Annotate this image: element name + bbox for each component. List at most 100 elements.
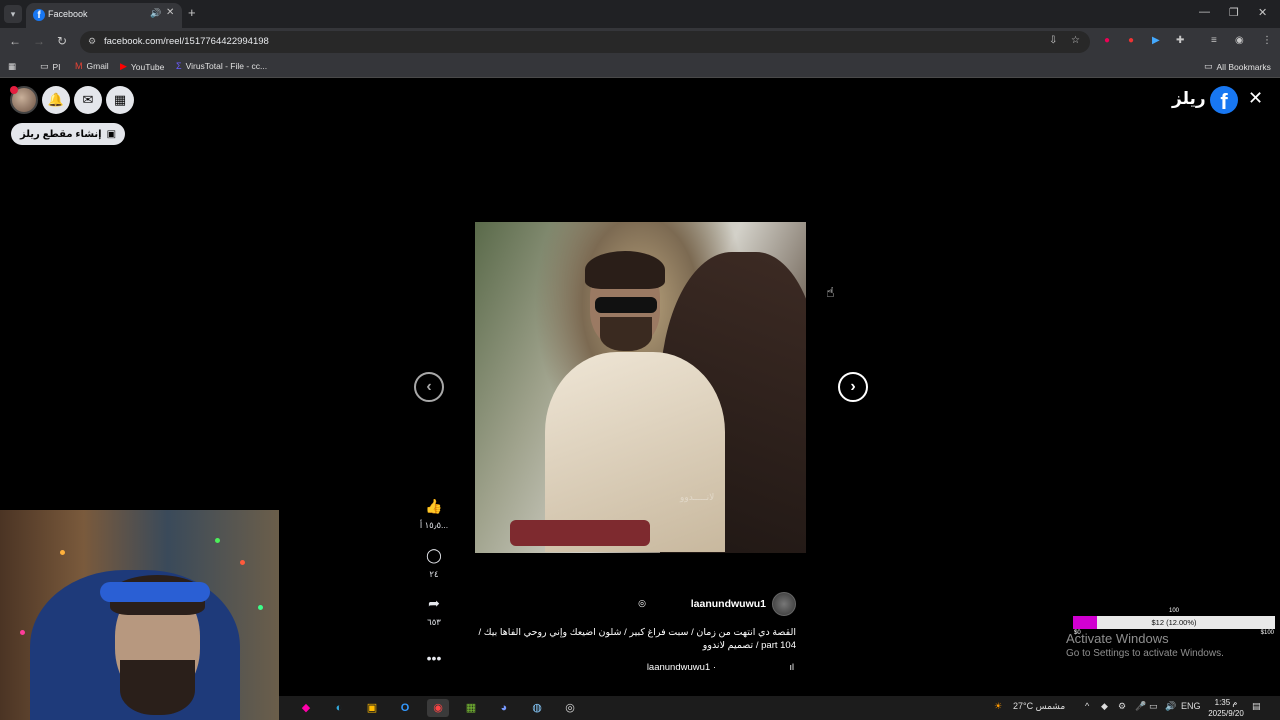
bookmark-pi[interactable]: ▭ PI [40,61,61,72]
network-icon[interactable]: ▭ [1149,701,1158,712]
reel-author[interactable]: laanundwuwu1 ◎ [600,592,796,616]
goal-label: 100 [1169,608,1180,614]
author-avatar[interactable] [772,592,796,616]
obs-icon[interactable]: ◎ [559,699,581,717]
edge-icon[interactable]: ◐ [328,699,350,717]
reel-audio[interactable]: ıl laanundwuwu1 · [600,661,796,675]
forward-arrow-icon[interactable]: → [33,34,45,48]
notifications-icon[interactable]: ▤ [1252,701,1261,712]
close-window-button[interactable]: ✕ [1258,6,1267,19]
video-prop [510,520,650,546]
tab-title: Facebook [48,9,88,19]
bookmark-youtube[interactable]: ▶ YouTube [120,61,164,72]
store-icon[interactable]: ▣ [361,699,383,717]
comment-count: ٢٤ [429,569,439,579]
comment-icon: ◯ [426,547,442,563]
author-name[interactable]: laanundwuwu1 [691,598,766,610]
tab-search-icon[interactable]: ▾ [4,5,22,23]
profile-avatar-icon[interactable]: ◉ [1235,35,1244,46]
activate-windows-watermark: Activate Windows Go to Settings to activ… [1066,631,1224,659]
tab-close-icon[interactable]: ✕ [166,7,174,18]
previous-reel-button[interactable]: ‹ [414,372,444,402]
volume-icon[interactable]: 🔊 [1165,701,1176,712]
tab-strip: ▾ f Facebook 🔊 ✕ + — ❐ ✕ [0,0,1280,28]
like-button[interactable]: 👍 ١٥٫٥ أ... [414,498,454,531]
bookmark-virustotal[interactable]: Σ VirusTotal - File - cc... [176,61,267,71]
more-dots-icon: ••• [426,650,442,666]
tray-app-icon[interactable]: ◆ [1101,701,1108,712]
microphone-icon[interactable]: 🎤 [1135,701,1146,712]
taskbar-clock[interactable]: 1:35 م 2025/9/20 [1204,697,1248,719]
steam-icon[interactable]: ◍ [526,699,548,717]
folder-icon: ▭ [40,61,49,71]
browser-toolbar: ← → ↻ ⚙ facebook.com/reel/15177644229941… [0,28,1280,56]
audio-label: laanundwuwu1 · [646,662,716,673]
url-text: facebook.com/reel/1517764422994198 [104,36,269,47]
discord-icon[interactable]: ◕ [493,699,515,717]
all-bookmarks[interactable]: ▭ All Bookmarks [1204,61,1271,72]
donation-progress-bar: $12 (12.00%) [1073,616,1275,629]
next-reel-button[interactable]: › [838,372,868,402]
extension-icon[interactable]: ● [1104,35,1110,46]
new-tab-button[interactable]: + [188,5,196,20]
notification-dot [10,86,18,94]
extension-icon[interactable]: ▶ [1152,35,1160,46]
reel-icon: ▣ [106,128,117,140]
bookmark-gmail[interactable]: M Gmail [75,61,109,71]
back-arrow-icon[interactable]: ← [9,34,21,48]
messenger-icon[interactable]: ✉ [74,86,102,114]
extension-icon[interactable]: ● [1128,35,1134,46]
facebook-logo-icon[interactable]: f [1210,86,1238,114]
folder-icon: ▭ [1204,61,1213,71]
share-count: ٦٥٣ [427,617,441,627]
reel-video[interactable]: لانـــــدوو [475,222,806,553]
share-button[interactable]: ➦ ٦٥٣ [414,595,454,628]
minimize-button[interactable]: — [1199,6,1210,18]
nvidia-icon[interactable]: ▦ [460,699,482,717]
media-control-icon[interactable]: ≡ [1211,35,1217,46]
bookmarks-bar: ▦ ▭ PI M Gmail ▶ YouTube Σ VirusTotal - File… [0,56,1280,78]
tray-chevron-icon[interactable]: ^ [1085,701,1089,711]
reel-caption: القصة دي انتهت من زمان / سبت فراغ كبير /… [478,627,796,651]
weather-text[interactable]: 27°C مشمس [1013,701,1065,712]
chrome-icon[interactable]: ◉ [427,699,449,717]
video-watermark: لانـــــدوو [680,492,715,502]
menu-grid-icon[interactable]: ▦ [106,86,134,114]
comment-button[interactable]: ◯ ٢٤ [414,547,454,580]
restore-button[interactable]: ❐ [1229,6,1239,19]
menu-kebab-icon[interactable]: ⋮ [1262,35,1272,46]
thumbs-up-icon: 👍 [425,498,443,514]
reload-icon[interactable]: ↻ [57,34,67,48]
speaker-icon[interactable]: 🔊 [150,8,161,19]
gmail-icon: M [75,61,83,71]
install-app-icon[interactable]: ⇩ [1049,35,1057,46]
video-figure [545,251,725,552]
create-reel-button[interactable]: إنشاء مقطع ريلز ▣ [11,123,126,145]
youtube-icon: ▶ [120,61,127,71]
address-bar[interactable]: ⚙ facebook.com/reel/1517764422994198 [80,31,1090,53]
copilot-icon[interactable]: ◆ [295,699,317,717]
instagram-icon: ◎ [638,598,646,608]
apps-grid-icon[interactable]: ▦ [8,61,16,72]
like-count: ١٥٫٥ أ... [419,520,449,530]
windows-taskbar: ◆ ◐ ▣ O ◉ ▦ ◕ ◍ ◎ ☀ 27°C مشمس ^ ◆ ⚙ 🎤 ▭ … [279,696,1280,720]
virustotal-icon: Σ [176,61,182,71]
donation-max: $100 [1260,630,1274,636]
mouse-cursor-icon: ☝ [826,284,835,300]
bookmark-star-icon[interactable]: ☆ [1071,35,1080,46]
weather-icon[interactable]: ☀ [994,701,1002,712]
facebook-icon: f [33,9,45,21]
page-title: ريلز [1172,89,1206,108]
outlook-icon[interactable]: O [394,699,416,717]
extensions-puzzle-icon[interactable]: ✚ [1176,35,1184,46]
audio-wave-icon: ıl [789,662,795,672]
share-icon: ➦ [428,595,440,611]
webcam-overlay [0,510,279,720]
tab-facebook[interactable]: f Facebook 🔊 ✕ [26,3,182,28]
close-icon[interactable]: ✕ [1248,88,1263,109]
notifications-bell-icon[interactable]: 🔔 [42,86,70,114]
language-indicator[interactable]: ENG [1181,701,1201,711]
tray-app-icon[interactable]: ⚙ [1118,701,1126,712]
site-info-icon[interactable]: ⚙ [88,36,96,47]
more-options-button[interactable]: ••• [414,650,454,668]
